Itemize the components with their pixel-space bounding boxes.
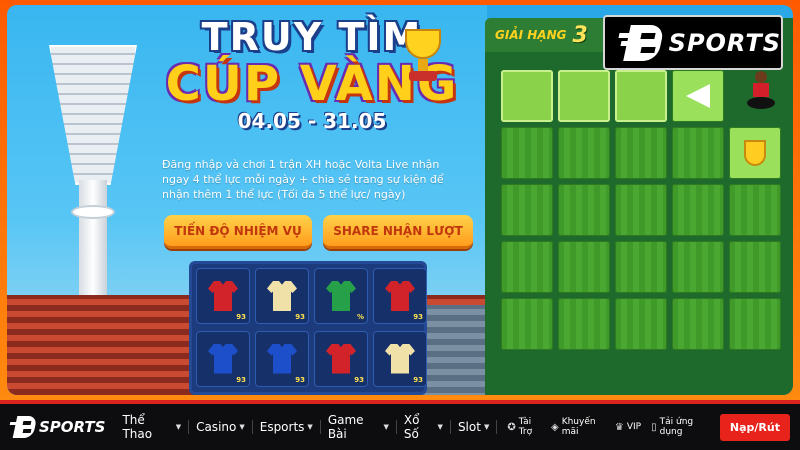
- pitch-tile[interactable]: [672, 241, 724, 293]
- jersey-icon: [267, 281, 297, 311]
- pitch-tile[interactable]: [615, 70, 667, 122]
- trophy-icon: [744, 140, 766, 166]
- sponsor-icon: ✪: [507, 421, 516, 433]
- trophy-icon: [399, 25, 447, 85]
- pitch-tile-current[interactable]: [672, 70, 724, 122]
- nav-item-casino[interactable]: Casino ▼: [189, 420, 253, 434]
- pitch-tile[interactable]: [558, 241, 610, 293]
- arrow-left-icon: [686, 84, 710, 108]
- site-logo-text: SPORTS: [39, 418, 106, 436]
- util-promotions[interactable]: ◈ Khuyến mãi: [551, 417, 605, 437]
- jersey-icon: [208, 343, 238, 374]
- nav-utilities: ✪ Tài Trợ ◈ Khuyến mãi ♛ VIP ▯ Tải ứng dụng …: [497, 413, 790, 441]
- pitch-tile[interactable]: [558, 127, 610, 179]
- event-description: Đăng nhập và chơi 1 trận XH hoặc Volta L…: [162, 158, 444, 201]
- site-logo[interactable]: SPORTS: [9, 416, 106, 438]
- jersey-icon: [385, 343, 415, 374]
- caret-down-icon: ▼: [483, 423, 490, 431]
- util-download-app[interactable]: ▯ Tải ứng dụng: [651, 417, 708, 437]
- player-token-icon: [747, 71, 775, 111]
- pitch-tile[interactable]: [501, 127, 553, 179]
- rank-label: GIẢI HẠNG: [495, 28, 567, 42]
- event-dates: 04.05 - 31.05: [237, 109, 387, 133]
- brand-name: SPORTS: [668, 28, 781, 57]
- jersey-icon: [267, 343, 297, 374]
- pitch-tile[interactable]: [501, 298, 553, 350]
- pitch-tile[interactable]: [501, 241, 553, 293]
- brand-watermark: SPORTS: [603, 15, 783, 70]
- pitch-tile[interactable]: [729, 241, 781, 293]
- jersey-card[interactable]: 93: [196, 268, 250, 324]
- jersey-icon: [326, 343, 356, 374]
- jersey-icon: [385, 281, 415, 311]
- pitch-grid: [501, 70, 783, 395]
- nav-item-lottery[interactable]: Xổ Số ▼: [397, 413, 451, 441]
- caret-down-icon: ▼: [175, 423, 182, 431]
- jersey-icon: [208, 281, 238, 311]
- jersey-card[interactable]: %: [314, 268, 368, 324]
- deposit-withdraw-button[interactable]: Nạp/Rút: [719, 413, 790, 441]
- pitch-tile[interactable]: [501, 184, 553, 236]
- discount-token-icon: [326, 281, 356, 311]
- pitch-tile[interactable]: [501, 70, 553, 122]
- pitch-tile[interactable]: [558, 184, 610, 236]
- jersey-reward-grid: 93 93 % 93 93 93 93 93: [189, 261, 427, 395]
- caret-down-icon: ▼: [307, 423, 313, 431]
- nav-item-sports[interactable]: Thể Thao ▼: [115, 413, 190, 441]
- jersey-card[interactable]: 93: [255, 268, 309, 324]
- nav-item-slot[interactable]: Slot ▼: [451, 420, 498, 434]
- pitch-tile[interactable]: [615, 298, 667, 350]
- caret-down-icon: ▼: [239, 423, 245, 431]
- jersey-card[interactable]: 93: [373, 268, 427, 324]
- app-icon: ▯: [651, 421, 657, 433]
- caret-down-icon: ▼: [437, 423, 443, 431]
- pitch-tile[interactable]: [729, 298, 781, 350]
- pitch-tile[interactable]: [615, 184, 667, 236]
- rank-number: 3: [572, 22, 588, 48]
- util-vip[interactable]: ♛ VIP: [615, 422, 641, 433]
- jersey-card[interactable]: 93: [196, 330, 250, 387]
- share-for-turns-button[interactable]: SHARE NHẬN LƯỢT: [323, 215, 473, 249]
- pitch-tile-trophy[interactable]: [729, 127, 781, 179]
- pitch-tile[interactable]: [615, 241, 667, 293]
- brand-b-logo-icon: [9, 416, 38, 438]
- caret-down-icon: ▼: [383, 423, 389, 431]
- jersey-card[interactable]: 93: [373, 330, 427, 387]
- site-navbar: SPORTS Thể Thao ▼ Casino ▼ Esports ▼ Game B…: [0, 400, 800, 450]
- util-sponsor[interactable]: ✪ Tài Trợ: [507, 417, 541, 437]
- vip-icon: ♛: [614, 421, 624, 433]
- pitch-tile[interactable]: [672, 127, 724, 179]
- mission-progress-button[interactable]: TIẾN ĐỘ NHIỆM VỤ: [164, 215, 312, 249]
- promo-icon: ◈: [550, 421, 559, 433]
- jersey-card[interactable]: 93: [314, 330, 368, 387]
- pitch-tile[interactable]: [558, 70, 610, 122]
- jersey-card[interactable]: 93: [255, 330, 309, 387]
- nav-item-esports[interactable]: Esports ▼: [253, 420, 321, 434]
- pitch-tile[interactable]: [672, 298, 724, 350]
- pitch-tile[interactable]: [615, 127, 667, 179]
- pitch-tile[interactable]: [558, 298, 610, 350]
- nav-item-card-games[interactable]: Game Bài ▼: [321, 413, 397, 441]
- rank-header: GIẢI HẠNG 3: [485, 18, 605, 52]
- brand-b-logo-icon: [618, 24, 665, 61]
- pitch-tile[interactable]: [672, 184, 724, 236]
- pitch-tile[interactable]: [729, 184, 781, 236]
